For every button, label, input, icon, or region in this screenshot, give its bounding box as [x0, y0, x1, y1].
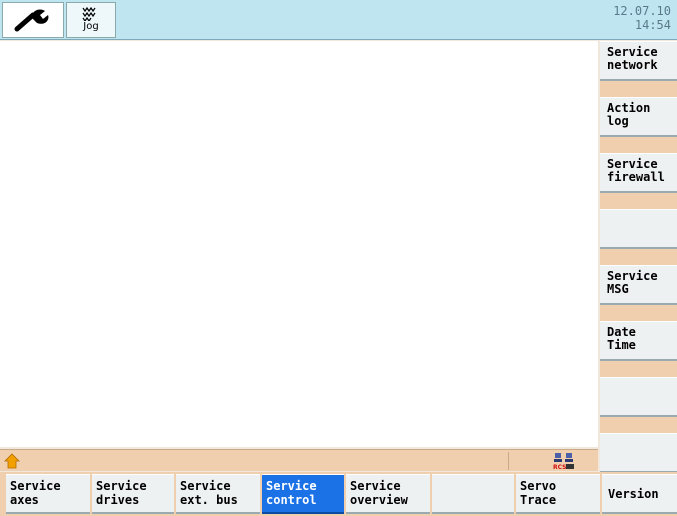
- jog-waves-icon: [82, 6, 96, 21]
- softkey-service-msg[interactable]: Service MSG: [600, 265, 677, 305]
- softkey-date-time[interactable]: Date Time: [600, 321, 677, 361]
- softkey-service-firewall[interactable]: Service firewall: [600, 153, 677, 193]
- header-bar: Jog 12.07.10 14:54: [0, 0, 677, 40]
- softkey-empty-h6[interactable]: [432, 474, 514, 514]
- softkey-service-control[interactable]: Service control: [262, 474, 344, 514]
- jog-mode-indicator: Jog: [66, 2, 116, 38]
- time-text: 14:54: [634, 18, 671, 32]
- status-divider: [508, 452, 509, 470]
- softkey-service-ext-bus[interactable]: Service ext. bus: [176, 474, 260, 514]
- softkey-empty-7[interactable]: [600, 377, 677, 417]
- date-time-display: 12.07.10 14:54: [613, 4, 671, 32]
- softkey-service-network[interactable]: Service network: [600, 41, 677, 81]
- status-bar: RCS: [0, 449, 598, 471]
- softkey-service-axes[interactable]: Service axes: [6, 474, 90, 514]
- softkey-action-log[interactable]: Action log: [600, 97, 677, 137]
- softkey-empty-8[interactable]: [600, 433, 677, 473]
- wrench-icon[interactable]: [2, 2, 64, 38]
- softkey-servo-trace[interactable]: Servo Trace: [516, 474, 600, 514]
- softkey-version[interactable]: Version: [602, 474, 677, 514]
- work-area: [0, 41, 598, 447]
- softkey-service-drives[interactable]: Service drives: [92, 474, 174, 514]
- mode-label: Jog: [83, 21, 99, 32]
- softkey-service-overview[interactable]: Service overview: [346, 474, 430, 514]
- date-text: 12.07.10: [613, 4, 671, 18]
- softkey-empty-4[interactable]: [600, 209, 677, 249]
- rcs-network-icon: RCS: [553, 453, 574, 470]
- svg-text:RCS: RCS: [553, 464, 566, 470]
- home-icon[interactable]: [4, 453, 20, 469]
